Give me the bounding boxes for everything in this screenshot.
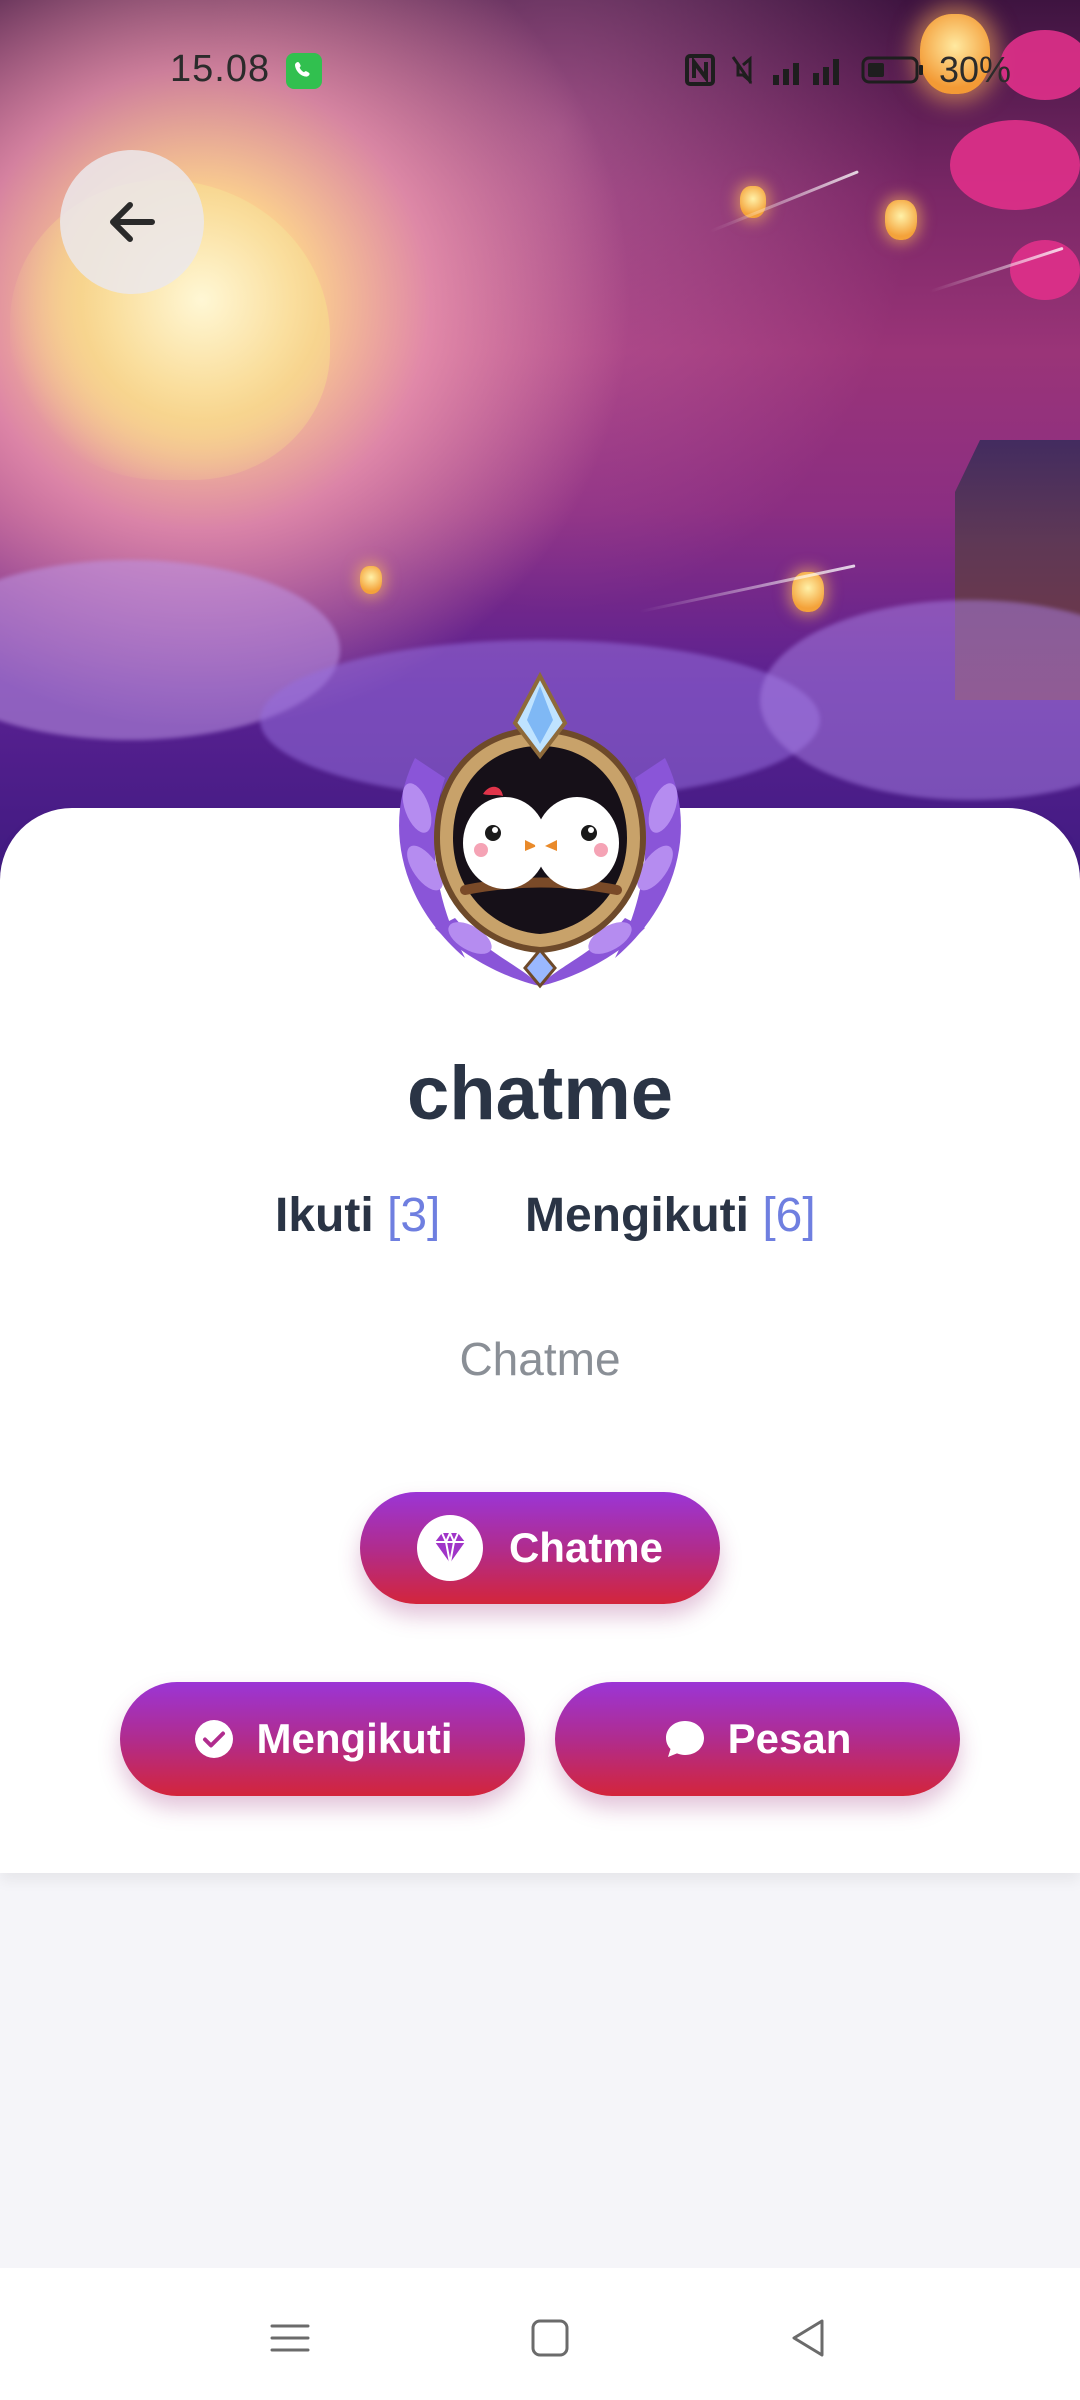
profile-avatar[interactable] [375, 668, 705, 993]
profile-username: chatme [406, 1051, 674, 1136]
followers-count: [3] [387, 1189, 441, 1242]
phone-call-icon [286, 53, 322, 89]
followers-label: Ikuti [275, 1189, 374, 1242]
home-button[interactable] [520, 2308, 580, 2368]
follow-stats: Ikuti [3] Mengikuti [6] [0, 1188, 1080, 1248]
vip-badge-label: Chatme [508, 1524, 664, 1571]
following-button[interactable]: Mengikuti [120, 1682, 525, 1796]
following-count: [6] [762, 1189, 816, 1242]
arrow-left-icon [110, 202, 155, 242]
status-time: 15.08 [170, 48, 271, 90]
nfc-icon [685, 53, 715, 87]
battery-percent: 30% [939, 49, 1012, 90]
following-button-label: Mengikuti [256, 1715, 453, 1762]
blossom-decoration [1010, 240, 1080, 300]
recent-apps-button[interactable] [260, 2308, 320, 2368]
check-circle-icon [193, 1718, 235, 1760]
diamond-icon [416, 1515, 483, 1581]
followers-stat[interactable]: Ikuti [3] [275, 1188, 440, 1243]
blossom-decoration [1000, 30, 1080, 100]
following-stat[interactable]: Mengikuti [6] [525, 1188, 816, 1243]
mute-icon [729, 53, 755, 87]
profile-bio: Chatme [459, 1333, 621, 1385]
following-label: Mengikuti [525, 1189, 749, 1242]
back-triangle-icon [792, 2319, 824, 2357]
blossom-decoration [950, 120, 1080, 210]
vip-badge-button[interactable]: Chatme [360, 1492, 720, 1604]
home-square-icon [531, 2319, 569, 2357]
lantern-decoration [885, 200, 917, 240]
message-button-label: Pesan [727, 1715, 852, 1762]
menu-icon [270, 2324, 310, 2352]
battery-icon [861, 53, 925, 87]
status-indicators: 30% [685, 48, 1011, 92]
cloud-decoration [760, 600, 1080, 800]
system-back-button[interactable] [778, 2308, 838, 2368]
signal-icon [769, 53, 847, 87]
message-button[interactable]: Pesan [555, 1682, 960, 1796]
chat-bubble-icon [664, 1718, 706, 1760]
shooting-star [709, 170, 859, 233]
lovebirds-frame-avatar [399, 671, 681, 989]
system-navigation-bar [0, 2268, 1080, 2400]
back-button[interactable] [60, 150, 204, 294]
lantern-decoration [360, 566, 382, 594]
